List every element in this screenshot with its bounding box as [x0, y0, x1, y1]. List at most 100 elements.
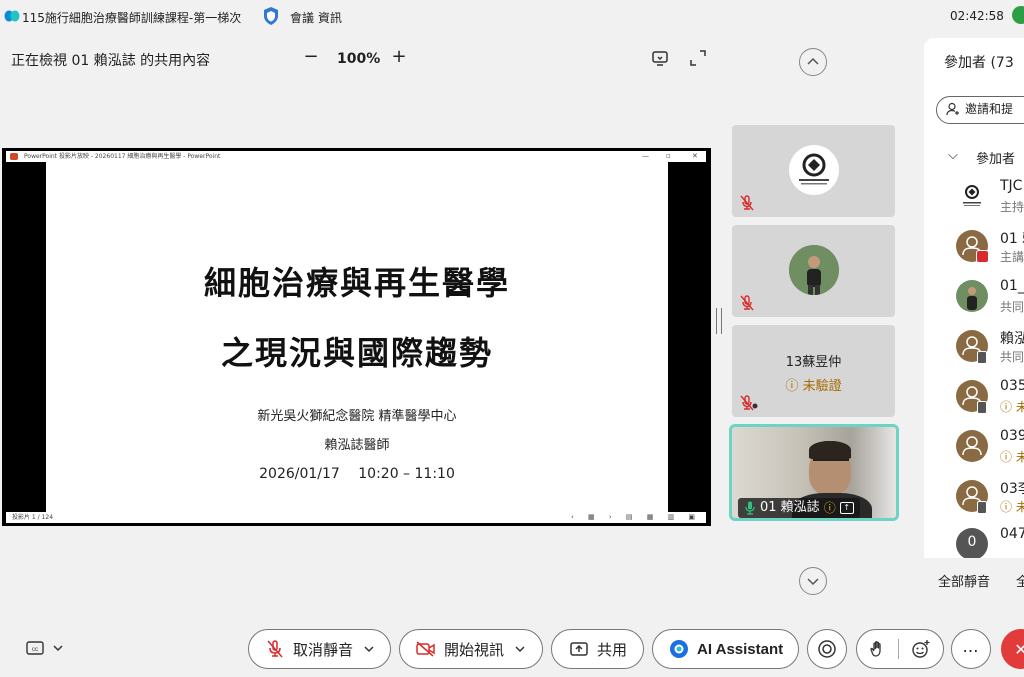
- participant-row[interactable]: 039 ⓘ 未: [956, 424, 1024, 468]
- panel-resize-handle[interactable]: [716, 308, 722, 334]
- muted-mic-icon: [740, 195, 754, 211]
- unverified-status: ⓘ 未驗證: [785, 379, 842, 394]
- scroll-up-button[interactable]: [799, 48, 827, 76]
- phone-device-icon: [977, 401, 987, 414]
- reactions-button[interactable]: [856, 629, 944, 669]
- svg-text:cc: cc: [32, 647, 38, 653]
- avatar: 0: [956, 528, 988, 558]
- active-speaker-label: 01 賴泓誌 ⓘ ↑: [738, 498, 860, 518]
- powerpoint-statusbar: 投影片 1 / 124 ‹ ▦ › ▤ ▦ ▥ ▣: [6, 512, 706, 523]
- emoji-reaction-icon: [911, 640, 929, 658]
- participant-row[interactable]: 01_ 共同: [956, 274, 1024, 318]
- chevron-down-icon: [515, 646, 525, 653]
- record-icon: [818, 640, 836, 658]
- slide-datetime: 2026/01/17 10:20 – 11:10: [259, 466, 455, 482]
- participants-title: 參加者 (73: [944, 55, 1014, 71]
- participants-panel: 參加者 (73 邀請和提 ⌵ 參加者 TJC 主持 01 賴 主講: [924, 38, 1024, 558]
- muted-mic-icon: [267, 640, 283, 658]
- mute-all-button[interactable]: 全部靜音: [938, 571, 990, 590]
- muted-mic-icon: [740, 295, 754, 311]
- participant-name: 01_: [1000, 278, 1024, 294]
- chevron-up-icon: [807, 57, 819, 65]
- meeting-info-link[interactable]: 會議 資訊: [290, 9, 342, 26]
- fullscreen-icon[interactable]: [688, 48, 708, 68]
- mic-active-icon: [745, 501, 755, 515]
- maximize-icon: ▫: [666, 152, 671, 160]
- participant-row[interactable]: TJC 主持: [956, 174, 1024, 218]
- avatar-initial: 0: [967, 534, 977, 550]
- participant-role: ⓘ 未: [1000, 450, 1024, 464]
- leave-meeting-button[interactable]: ✕: [1001, 629, 1024, 669]
- slide-counter: 投影片 1 / 124: [12, 514, 54, 521]
- powerpoint-icon: [10, 153, 18, 160]
- viewing-share-label: 正在檢視 01 賴泓誌 的共用內容: [11, 53, 211, 69]
- captions-menu[interactable]: cc: [26, 640, 64, 656]
- tjc-logo: [789, 145, 839, 195]
- participant-name: 01 賴: [1000, 231, 1024, 247]
- video-tile-active-speaker[interactable]: 01 賴泓誌 ⓘ ↑: [729, 424, 899, 521]
- share-screen-icon: [570, 642, 588, 656]
- participant-row[interactable]: 0 047: [956, 522, 1024, 558]
- slide-nav-icons: ‹ ▦ › ▤ ▦ ▥ ▣: [571, 513, 702, 521]
- shared-content-view[interactable]: PowerPoint 投影片放映 - 20260117 細胞治療與再生醫學 - …: [2, 148, 711, 526]
- webex-app-icon: [4, 10, 20, 22]
- chevron-down-icon: [53, 645, 63, 652]
- participant-role: 共同: [1000, 300, 1024, 314]
- avatar: [956, 280, 988, 312]
- video-tile-13[interactable]: 13蘇昱仲 ⓘ 未驗證: [732, 325, 895, 417]
- share-window-icon[interactable]: [650, 48, 670, 68]
- slide-title-line2: 之現況與國際趨勢: [220, 334, 493, 372]
- sharing-badge-icon: [976, 250, 989, 263]
- chevron-down-icon: [364, 646, 374, 653]
- unverified-icon: ⓘ: [785, 379, 799, 394]
- slide-speaker: 賴泓誌醫師: [324, 438, 390, 453]
- security-shield-icon[interactable]: [262, 6, 280, 26]
- participant-name: 賴泓: [1000, 331, 1024, 347]
- phone-device-icon: [977, 501, 987, 514]
- participant-row[interactable]: 01 賴 主講: [956, 224, 1024, 268]
- zoom-out-button[interactable]: −: [300, 45, 322, 69]
- participant-row[interactable]: 03李 ⓘ 未: [956, 474, 1024, 518]
- title-bar: 115施行細胞治療醫師訓練課程-第一梯次 會議 資訊 02:42:58: [0, 0, 1024, 32]
- zoom-in-button[interactable]: +: [388, 45, 410, 69]
- participants-group-header[interactable]: ⌵ 參加者: [948, 148, 1015, 167]
- unverified-icon: ⓘ: [823, 501, 836, 515]
- scroll-down-button[interactable]: [799, 567, 827, 595]
- share-button[interactable]: 共用: [551, 629, 644, 669]
- participant-name: TJC: [1000, 178, 1023, 194]
- participant-row[interactable]: 賴泓 共同: [956, 324, 1024, 368]
- connection-status-icon: [1012, 6, 1024, 24]
- participant-role: 主講: [1000, 250, 1024, 264]
- meeting-timer: 02:42:58: [950, 9, 1004, 23]
- participant-name: 039: [1000, 428, 1024, 444]
- video-tile-tjc[interactable]: [732, 125, 895, 217]
- ai-assistant-button[interactable]: AI Assistant: [652, 629, 799, 669]
- unmute-all-button[interactable]: 全: [1016, 571, 1024, 590]
- slide-institution: 新光吳火獅紀念醫院 精準醫學中心: [257, 409, 457, 424]
- chevron-down-icon: ⌵: [948, 148, 958, 163]
- meeting-title: 115施行細胞治療醫師訓練課程-第一梯次: [22, 11, 242, 25]
- invite-button[interactable]: 邀請和提: [936, 96, 1024, 124]
- raise-hand-icon: [869, 641, 881, 657]
- closed-caption-icon: cc: [26, 641, 44, 655]
- more-options-button[interactable]: …: [951, 629, 991, 669]
- zoom-level: 100%: [337, 51, 381, 67]
- minimize-icon: —: [642, 152, 649, 160]
- presentation-slide: 細胞治療與再生醫學 之現況與國際趨勢 新光吳火獅紀念醫院 精準醫學中心 賴泓誌醫…: [46, 162, 668, 512]
- start-video-button[interactable]: 開始視訊: [399, 629, 543, 669]
- phone-device-icon: [977, 351, 987, 364]
- more-options-icon: …: [962, 636, 980, 656]
- participant-name: 03李: [1000, 481, 1024, 497]
- chevron-down-icon: [807, 578, 819, 586]
- muted-mic-icon: [740, 395, 758, 411]
- tjc-avatar: [956, 180, 988, 212]
- record-button[interactable]: [807, 629, 847, 669]
- participant-role: 主持: [1000, 200, 1024, 214]
- slide-title-line1: 細胞治療與再生醫學: [203, 264, 510, 302]
- add-person-icon: [946, 102, 959, 116]
- participant-row[interactable]: 035 ⓘ 未: [956, 374, 1024, 418]
- close-icon: ✕: [692, 152, 698, 160]
- participant-name: 047: [1000, 526, 1024, 542]
- video-tile-photo[interactable]: [732, 225, 895, 317]
- unmute-button[interactable]: 取消靜音: [248, 629, 391, 669]
